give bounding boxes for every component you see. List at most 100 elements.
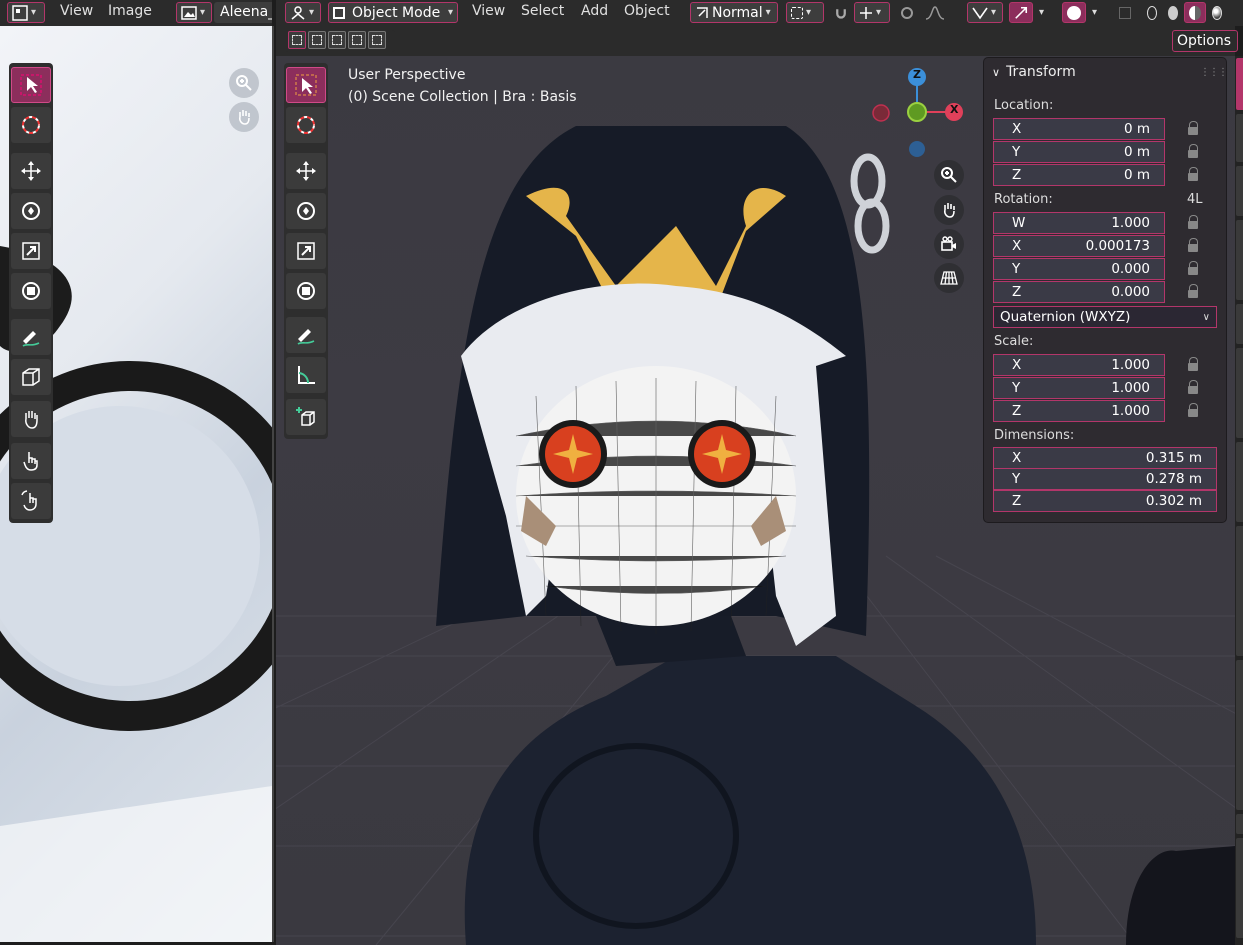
overlays-dropdown[interactable]: ▾ [1034,2,1052,23]
shading-solid-button[interactable] [1163,2,1183,23]
zoom-view-button[interactable] [934,160,964,190]
menu-image[interactable]: Image [108,3,152,19]
gizmo-y[interactable] [907,102,927,122]
tool-cursor[interactable] [286,107,326,143]
tool-rotate[interactable] [11,193,51,229]
sidebar-tab-view[interactable] [1236,166,1243,216]
lock-icon[interactable] [1188,380,1198,396]
dimensions-z-field[interactable]: Z 0.302 m [993,490,1217,512]
lock-icon[interactable] [1188,284,1198,300]
perspective-toggle-button[interactable] [934,263,964,293]
select-new-button[interactable] [288,31,306,49]
shading-rendered-button[interactable] [1207,2,1227,23]
tool-scale[interactable] [286,233,326,269]
sidebar-tab-addon-5[interactable] [1236,660,1243,810]
image-browse-button[interactable]: ▾ [176,2,212,23]
tool-annotate[interactable] [286,317,326,353]
transform-panel-header[interactable]: ∨ Transform [992,64,1076,80]
tool-rotate[interactable] [286,193,326,229]
lock-icon[interactable] [1188,403,1198,419]
pan-view-button[interactable] [934,195,964,225]
select-invert-button[interactable] [348,31,366,49]
zoom-view-button[interactable] [229,68,259,98]
scale-x-field[interactable]: X 1.000 [993,354,1165,376]
tool-measure[interactable] [286,357,326,393]
xray-dropdown[interactable]: ▾ [1087,2,1105,23]
rotation-mode-dropdown[interactable]: Quaternion (WXYZ) ∨ [993,306,1217,328]
tool-twist[interactable] [11,483,51,519]
proportional-editing-toggle[interactable] [896,2,918,23]
location-z-field[interactable]: Z0 m [993,164,1165,186]
rotation-w-field[interactable]: W 1.000 [993,212,1165,234]
select-subtract-button[interactable] [328,31,346,49]
lock-icon[interactable] [1188,167,1198,183]
tool-move[interactable] [11,153,51,189]
snap-target-dropdown[interactable]: ▾ [854,2,890,23]
snap-toggle[interactable] [830,2,852,23]
show-gizmo-dropdown[interactable]: ▾ [967,2,1003,23]
sidebar-tab-animation[interactable] [1236,220,1243,300]
lock-icon[interactable] [1188,121,1198,137]
sidebar-tab-addon-7[interactable] [1236,838,1243,938]
image-name-field[interactable]: Aleena_ [214,2,272,23]
editor-type-button[interactable]: ▾ [285,2,321,23]
rotation-z-field[interactable]: Z 0.000 [993,281,1165,303]
rotation-4l-toggle[interactable]: 4L [1187,192,1203,207]
xray-toggle[interactable] [1062,2,1086,23]
gizmo-neg-z[interactable] [909,141,925,157]
tool-add-cube[interactable] [286,399,326,435]
falloff-dropdown[interactable] [920,2,950,23]
lock-icon[interactable] [1188,215,1198,231]
sidebar-tab-addon-6[interactable] [1236,814,1243,834]
tool-cursor[interactable] [11,107,51,143]
tool-pinch[interactable] [11,443,51,479]
editor-type-button[interactable]: ▾ [7,2,45,23]
select-intersect-button[interactable] [368,31,386,49]
menu-view[interactable]: View [472,3,505,19]
sidebar-tab-addon-1[interactable] [1236,304,1243,344]
menu-view[interactable]: View [60,3,93,19]
options-dropdown[interactable]: Options [1172,30,1238,52]
dimensions-y-field[interactable]: Y 0.278 m [993,468,1217,490]
show-overlays-toggle[interactable] [1009,2,1033,23]
scale-y-field[interactable]: Y 1.000 [993,377,1165,399]
shading-wireframe-button[interactable] [1142,2,1162,23]
sidebar-tab-addon-2[interactable] [1236,348,1243,438]
sidebar-tab-addon-4[interactable] [1236,526,1243,656]
sidebar-tab-tool[interactable] [1236,114,1243,162]
tool-transform[interactable] [286,273,326,309]
select-extend-button[interactable] [308,31,326,49]
mode-dropdown[interactable]: Object Mode ▾ [328,2,458,23]
tool-grab[interactable] [11,401,51,437]
tool-annotate[interactable] [11,319,51,355]
rotation-x-field[interactable]: X 0.000173 [993,235,1165,257]
sidebar-tab-item[interactable] [1236,58,1243,110]
tool-sample[interactable] [11,359,51,395]
scale-z-field[interactable]: Z 1.000 [993,400,1165,422]
sidebar-tab-addon-3[interactable] [1236,442,1243,522]
rotation-y-field[interactable]: Y 0.000 [993,258,1165,280]
lock-icon[interactable] [1188,144,1198,160]
location-y-field[interactable]: Y0 m [993,141,1165,163]
lock-icon[interactable] [1188,238,1198,254]
tool-scale[interactable] [11,233,51,269]
dimensions-x-field[interactable]: X 0.315 m [993,447,1217,469]
orientation-dropdown[interactable]: Normal ▾ [690,2,778,23]
location-x-field[interactable]: X0 m [993,118,1165,140]
tool-select-box[interactable] [11,67,51,103]
shading-material-button[interactable] [1184,2,1206,23]
image-canvas[interactable] [0,26,274,942]
lock-icon[interactable] [1188,357,1198,373]
tool-transform[interactable] [11,273,51,309]
drag-handle-icon[interactable]: ⋮⋮⋮ [1200,67,1228,78]
menu-add[interactable]: Add [581,3,608,19]
pan-view-button[interactable] [229,102,259,132]
menu-object[interactable]: Object [624,3,670,19]
tool-select-box[interactable] [286,67,326,103]
pivot-point-dropdown[interactable]: ▾ [786,2,824,23]
toggle-xray-button[interactable] [1114,2,1136,23]
menu-select[interactable]: Select [521,3,564,19]
lock-icon[interactable] [1188,261,1198,277]
tool-move[interactable] [286,153,326,189]
camera-view-button[interactable] [934,229,964,259]
